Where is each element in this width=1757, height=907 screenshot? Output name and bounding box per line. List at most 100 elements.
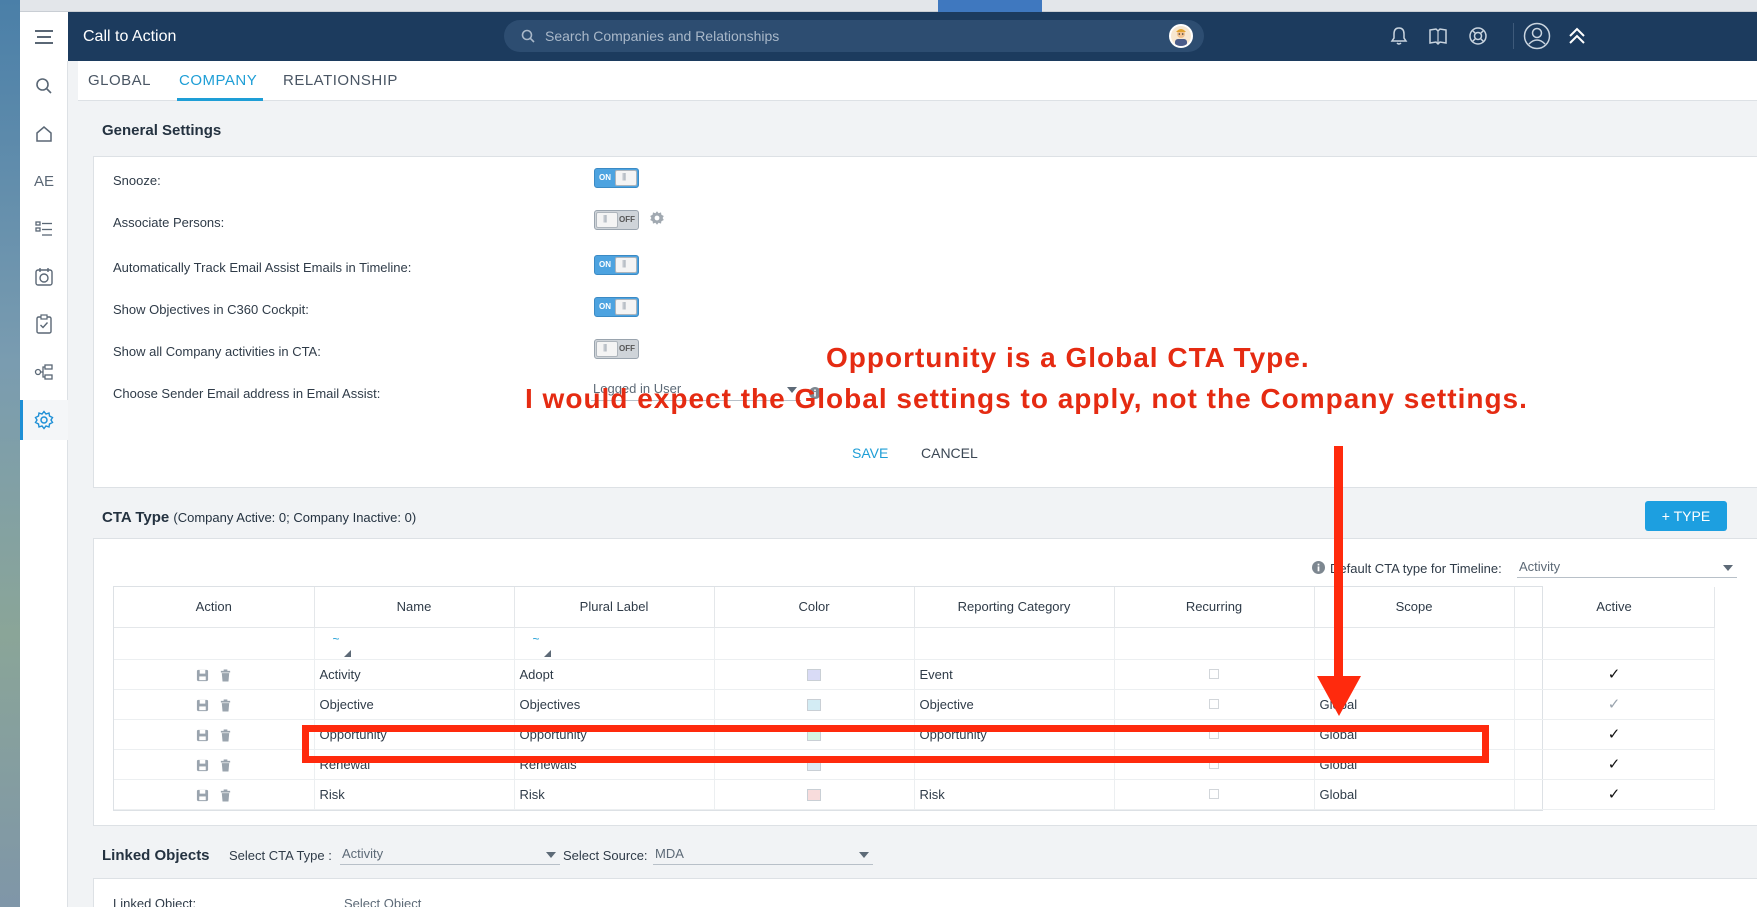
delete-icon[interactable] bbox=[219, 788, 232, 802]
book-icon[interactable] bbox=[1428, 26, 1448, 46]
delete-icon[interactable] bbox=[219, 758, 232, 772]
column-header-action[interactable]: Action bbox=[114, 587, 315, 628]
show-objectives-toggle[interactable]: ON bbox=[594, 297, 639, 317]
linked-objects-title: Linked Objects bbox=[102, 847, 210, 864]
tab-global[interactable]: GLOBAL bbox=[88, 61, 151, 101]
track-email-toggle[interactable]: ON bbox=[594, 255, 639, 275]
cell-color bbox=[714, 779, 915, 810]
filter-cell bbox=[714, 627, 915, 660]
cell-plural-label: Risk bbox=[514, 779, 715, 810]
top-navigation-bar: Call to Action Search Companies and Rela… bbox=[20, 12, 1757, 61]
save-icon[interactable] bbox=[196, 669, 209, 682]
linked-object-label: Linked Object: bbox=[113, 896, 197, 907]
bell-icon[interactable] bbox=[1390, 26, 1408, 46]
color-swatch[interactable] bbox=[807, 669, 821, 682]
sidebar-item-ae[interactable]: AE bbox=[20, 161, 68, 201]
default-cta-select[interactable]: Activity bbox=[1517, 556, 1737, 578]
checkmark-icon: ✓ bbox=[1607, 726, 1621, 743]
row-actions bbox=[114, 659, 315, 690]
cell-active[interactable]: ✓ bbox=[1514, 779, 1715, 810]
delete-icon[interactable] bbox=[219, 698, 232, 712]
recurring-checkbox[interactable] bbox=[1209, 788, 1219, 799]
column-header-plural-label[interactable]: Plural Label bbox=[514, 587, 715, 628]
sidebar-settings-icon[interactable] bbox=[20, 400, 68, 440]
chevron-down-icon bbox=[546, 852, 556, 858]
sidebar-search-icon[interactable] bbox=[20, 66, 68, 106]
chevron-down-icon bbox=[1723, 565, 1733, 571]
filter-cell bbox=[1314, 627, 1515, 660]
tab-company[interactable]: COMPANY bbox=[176, 61, 264, 101]
color-swatch[interactable] bbox=[807, 699, 821, 712]
save-button[interactable]: SAVE bbox=[852, 445, 888, 461]
sidebar-list-icon[interactable] bbox=[20, 209, 68, 249]
snooze-toggle[interactable]: ON bbox=[594, 168, 639, 188]
associate-persons-label: Associate Persons: bbox=[113, 215, 225, 230]
recurring-checkbox[interactable] bbox=[1209, 668, 1219, 679]
annotation-highlight-box bbox=[302, 725, 1489, 763]
track-email-label: Automatically Track Email Assist Emails … bbox=[113, 260, 412, 275]
cell-active[interactable]: ✓ bbox=[1514, 689, 1715, 720]
name-filter-input[interactable]: ~ bbox=[314, 627, 515, 660]
cell-reporting-category: Objective bbox=[914, 689, 1115, 720]
annotation-line-1: Opportunity is a Global CTA Type. bbox=[826, 342, 1310, 373]
resize-handle-icon bbox=[343, 649, 351, 657]
settings-tabs: GLOBAL COMPANY RELATIONSHIP bbox=[78, 61, 1757, 101]
gear-icon[interactable] bbox=[649, 210, 665, 226]
filter-cell bbox=[1114, 627, 1315, 660]
delete-icon[interactable] bbox=[219, 668, 232, 682]
show-company-activities-toggle[interactable]: OFF bbox=[594, 339, 639, 359]
associate-persons-toggle[interactable]: OFF bbox=[594, 210, 639, 230]
color-swatch[interactable] bbox=[807, 789, 821, 802]
cta-type-card: Default CTA type for Timeline: Activity … bbox=[93, 538, 1757, 826]
annotation-arrow bbox=[1334, 446, 1343, 686]
delete-icon[interactable] bbox=[219, 728, 232, 742]
tab-relationship[interactable]: RELATIONSHIP bbox=[283, 61, 398, 101]
chevron-down-icon bbox=[859, 852, 869, 858]
annotation-line-2: I would expect the Global settings to ap… bbox=[525, 383, 1528, 414]
checkmark-icon: ✓ bbox=[1607, 756, 1621, 773]
column-header-name[interactable]: Name bbox=[314, 587, 515, 628]
menu-icon[interactable] bbox=[20, 12, 68, 61]
save-icon[interactable] bbox=[196, 699, 209, 712]
column-header-recurring[interactable]: Recurring bbox=[1114, 587, 1315, 628]
plural-filter-input[interactable]: ~ bbox=[514, 627, 715, 660]
collapse-up-icon[interactable] bbox=[1568, 26, 1586, 46]
cell-active[interactable]: ✓ bbox=[1514, 719, 1715, 750]
cell-active[interactable]: ✓ bbox=[1514, 749, 1715, 780]
recurring-checkbox[interactable] bbox=[1209, 698, 1219, 709]
info-icon[interactable] bbox=[1312, 561, 1325, 574]
cell-scope: Global bbox=[1314, 779, 1515, 810]
general-settings-card: Snooze: ON Associate Persons: OFF Automa… bbox=[93, 156, 1757, 488]
save-icon[interactable] bbox=[196, 729, 209, 742]
column-header-color[interactable]: Color bbox=[714, 587, 915, 628]
search-avatar-icon[interactable] bbox=[1169, 24, 1193, 48]
linked-object-select[interactable]: Select Object bbox=[344, 896, 421, 907]
checkmark-icon: ✓ bbox=[1607, 696, 1621, 713]
cell-active[interactable]: ✓ bbox=[1514, 659, 1715, 690]
row-actions bbox=[114, 719, 315, 750]
linked-cta-type-select[interactable]: Activity bbox=[340, 843, 560, 865]
save-icon[interactable] bbox=[196, 789, 209, 802]
column-header-reporting-category[interactable]: Reporting Category bbox=[914, 587, 1115, 628]
user-profile-icon[interactable] bbox=[1523, 22, 1551, 50]
show-company-activities-label: Show all Company activities in CTA: bbox=[113, 344, 321, 359]
cancel-button[interactable]: CANCEL bbox=[921, 445, 978, 461]
table-row[interactable]: Objective Objectives Objective Global ✓ bbox=[114, 689, 1715, 720]
cell-reporting-category: Risk bbox=[914, 779, 1115, 810]
save-icon[interactable] bbox=[196, 759, 209, 772]
sidebar-home-icon[interactable] bbox=[20, 114, 68, 154]
sidebar-hierarchy-icon[interactable] bbox=[20, 352, 68, 392]
sidebar-clipboard-icon[interactable] bbox=[20, 304, 68, 344]
table-row[interactable]: Risk Risk Risk Global ✓ bbox=[114, 779, 1715, 810]
table-row[interactable]: Activity Adopt Event ✓ bbox=[114, 659, 1715, 690]
global-search-input[interactable]: Search Companies and Relationships bbox=[504, 20, 1204, 52]
support-icon[interactable] bbox=[1468, 26, 1488, 46]
column-header-scope[interactable]: Scope bbox=[1314, 587, 1515, 628]
column-header-active[interactable]: Active bbox=[1514, 587, 1715, 628]
browser-active-tab[interactable] bbox=[938, 0, 1042, 12]
sidebar-timeline-icon[interactable] bbox=[20, 257, 68, 297]
linked-cta-type-value: Activity bbox=[342, 846, 384, 861]
add-type-button[interactable]: + TYPE bbox=[1645, 501, 1727, 531]
annotation-arrow-head bbox=[1317, 676, 1361, 716]
select-source-select[interactable]: MDA bbox=[653, 843, 873, 865]
